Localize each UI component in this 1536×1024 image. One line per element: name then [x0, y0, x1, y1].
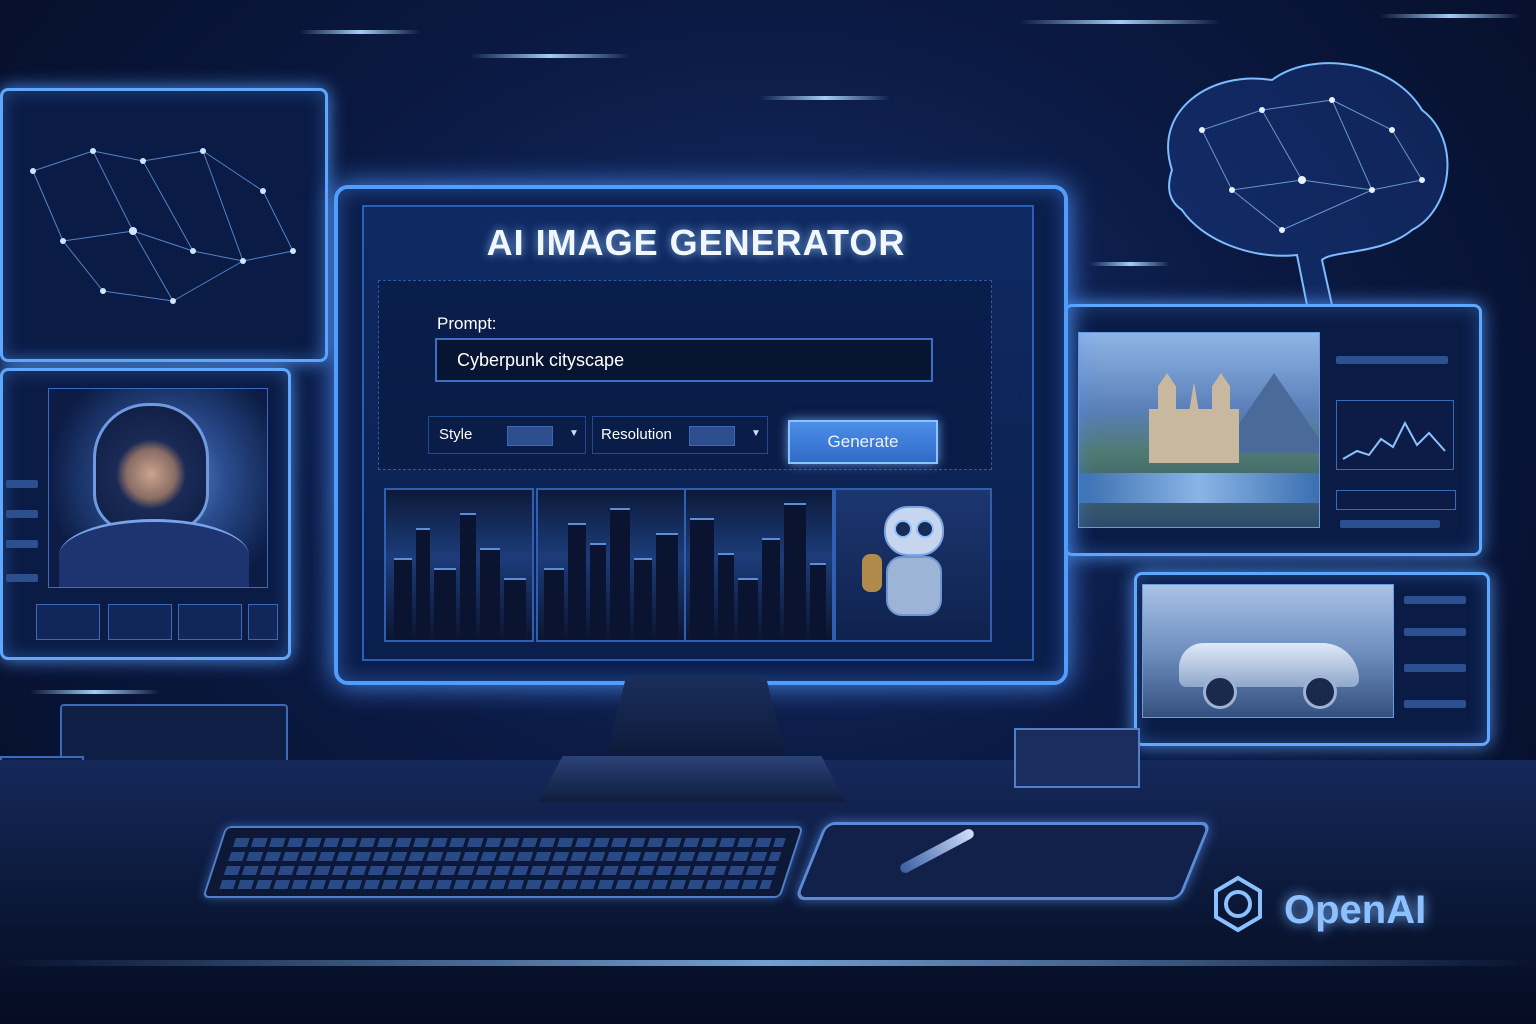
key-row: [228, 852, 782, 861]
chart-panel: [1336, 400, 1454, 470]
building-shape: [610, 508, 630, 640]
building-shape: [738, 578, 758, 640]
building-shape: [480, 548, 500, 640]
astronaut-portrait-image: [48, 388, 268, 588]
brand-name: OpenAI: [1284, 888, 1427, 932]
building-shape: [690, 518, 714, 640]
building-shape: [434, 568, 456, 640]
car-wheel: [1203, 675, 1237, 709]
prompt-input[interactable]: [435, 338, 933, 382]
result-thumbnail[interactable]: [684, 488, 834, 642]
left-ui-bar: [6, 510, 38, 518]
right-ui-bar: [1404, 664, 1466, 672]
left-ui-bar: [6, 480, 38, 488]
building-shape: [460, 513, 476, 640]
building-shape: [784, 503, 806, 640]
suit-shape: [59, 519, 249, 587]
light-streak: [1380, 14, 1520, 18]
robot-arm: [862, 554, 882, 592]
right-ui-bar: [1340, 520, 1440, 528]
building-shape: [590, 543, 606, 640]
right-ui-bar: [1404, 700, 1466, 708]
key-row: [232, 838, 786, 847]
building-shape: [810, 563, 826, 640]
keyboard[interactable]: [202, 826, 804, 898]
sports-car-image: [1142, 584, 1394, 718]
car-wheel: [1303, 675, 1337, 709]
dropdown-widget[interactable]: [1336, 490, 1456, 510]
building-shape: [634, 558, 652, 640]
monitor-stand-neck: [606, 677, 786, 757]
building-shape: [416, 528, 430, 640]
building-shape: [504, 578, 526, 640]
resolution-label: Resolution: [601, 426, 672, 443]
light-streak: [30, 690, 160, 694]
river-shape: [1079, 473, 1319, 503]
network-visualization-screen: [0, 88, 328, 362]
helmet-shape: [93, 403, 209, 533]
building-shape: [544, 568, 564, 640]
app-title: AI IMAGE GENERATOR: [486, 222, 906, 263]
robot-eye: [916, 520, 934, 538]
style-select[interactable]: Style ▼: [428, 416, 586, 454]
left-ui-bar: [6, 540, 38, 548]
light-streak: [300, 30, 420, 34]
openai-logo-icon: [1214, 875, 1262, 933]
castle-landscape-image: [1078, 332, 1320, 528]
tool-button[interactable]: [248, 604, 278, 640]
result-thumbnail-robot[interactable]: [834, 488, 992, 642]
building-shape: [718, 553, 734, 640]
tool-button[interactable]: [178, 604, 242, 640]
tool-button[interactable]: [36, 604, 100, 640]
chevron-down-icon[interactable]: ▼: [751, 428, 761, 439]
desk-glow-edge: [0, 960, 1536, 966]
castle-shape: [1149, 373, 1239, 463]
right-ui-bar: [1404, 628, 1466, 636]
style-label: Style: [439, 426, 473, 443]
tool-button[interactable]: [108, 604, 172, 640]
key-row: [223, 866, 777, 875]
right-ui-bar: [1336, 356, 1448, 364]
key-row: [219, 880, 773, 889]
chevron-down-icon[interactable]: ▼: [569, 428, 579, 439]
style-select-value[interactable]: [507, 426, 553, 446]
result-thumbnail[interactable]: [384, 488, 534, 642]
constellation-network-icon: [30, 148, 296, 304]
light-streak: [470, 54, 630, 58]
robot-body: [886, 556, 942, 616]
left-ui-bar: [6, 574, 38, 582]
brain-network-icon: [1167, 62, 1449, 306]
building-shape: [568, 523, 586, 640]
building-shape: [656, 533, 678, 640]
robot-eye: [894, 520, 912, 538]
resolution-select[interactable]: Resolution ▼: [592, 416, 768, 454]
desktop-device: [1014, 728, 1140, 788]
light-streak: [1020, 20, 1220, 24]
resolution-select-value[interactable]: [689, 426, 735, 446]
light-streak: [760, 96, 890, 100]
building-shape: [762, 538, 780, 640]
generate-button[interactable]: Generate: [788, 420, 938, 464]
building-shape: [394, 558, 412, 640]
right-ui-bar: [1404, 596, 1466, 604]
prompt-label: Prompt:: [437, 314, 497, 333]
monitor-stand-base: [538, 756, 846, 802]
robot-head: [884, 506, 944, 556]
result-thumbnail[interactable]: [536, 488, 686, 642]
drawing-tablet[interactable]: [794, 822, 1212, 900]
